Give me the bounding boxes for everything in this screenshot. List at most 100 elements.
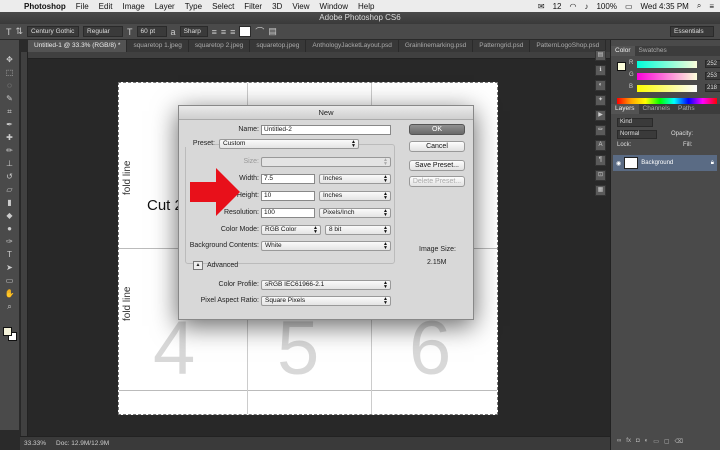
- g-slider[interactable]: [637, 73, 697, 80]
- menu-select[interactable]: Select: [212, 2, 234, 11]
- pen-tool-icon[interactable]: ✑: [3, 236, 17, 247]
- b-slider[interactable]: [637, 85, 697, 92]
- shape-tool-icon[interactable]: ▭: [3, 275, 17, 286]
- trash-icon[interactable]: ⌫: [675, 438, 683, 445]
- doc-size[interactable]: Doc: 12.9M/12.9M: [56, 440, 109, 447]
- tab-untitled-1[interactable]: Untitled-1 @ 33.3% (RGB/8) *: [28, 40, 128, 52]
- width-unit-select[interactable]: Inches ▲ ▼: [319, 174, 391, 184]
- color-profile-select[interactable]: sRGB IEC61966-2.1 ▲ ▼: [261, 280, 391, 290]
- menu-edit[interactable]: Edit: [99, 2, 113, 11]
- group-icon[interactable]: ▭: [653, 438, 659, 445]
- menu-layer[interactable]: Layer: [155, 2, 175, 11]
- brush-tool-icon[interactable]: ✏: [3, 145, 17, 156]
- stamp-tool-icon[interactable]: ⊥: [3, 158, 17, 169]
- type-tool-icon[interactable]: T: [6, 27, 12, 37]
- healing-tool-icon[interactable]: ✚: [3, 132, 17, 143]
- fx-icon[interactable]: fx: [626, 438, 631, 445]
- dodge-tool-icon[interactable]: ●: [3, 223, 17, 234]
- zoom-level[interactable]: 33.33%: [24, 440, 46, 447]
- tab-layers[interactable]: Layers: [611, 104, 639, 114]
- resolution-input[interactable]: 100: [261, 208, 315, 218]
- text-color-swatch[interactable]: [239, 26, 252, 37]
- marquee-tool-icon[interactable]: ⬚: [3, 67, 17, 78]
- align-left-icon[interactable]: ≡: [212, 27, 217, 37]
- align-right-icon[interactable]: ≡: [230, 27, 235, 37]
- properties-panel-icon[interactable]: ℹ: [595, 65, 606, 76]
- styles-panel-icon[interactable]: ✦: [595, 95, 606, 106]
- move-tool-icon[interactable]: ✥: [3, 54, 17, 65]
- new-layer-icon[interactable]: ▢: [664, 438, 670, 445]
- mask-icon[interactable]: ◘: [636, 438, 640, 445]
- visibility-eye-icon[interactable]: ◉: [616, 160, 621, 167]
- menu-view[interactable]: View: [292, 2, 309, 11]
- list-icon[interactable]: ≡: [709, 2, 714, 11]
- gradient-tool-icon[interactable]: ▮: [3, 197, 17, 208]
- g-value[interactable]: 253: [705, 72, 720, 80]
- save-preset-button[interactable]: Save Preset...: [409, 160, 465, 171]
- adjustment-layer-icon[interactable]: ◐: [645, 438, 649, 445]
- history-panel-icon[interactable]: ▤: [595, 50, 606, 61]
- character-panel-icon[interactable]: A: [595, 140, 606, 151]
- font-style-select[interactable]: Regular: [83, 26, 124, 37]
- preset-select[interactable]: Custom ▲ ▼: [219, 139, 359, 149]
- swatches-panel-icon[interactable]: ▦: [595, 185, 606, 196]
- tab-color[interactable]: Color: [611, 46, 635, 56]
- height-unit-select[interactable]: Inches ▲ ▼: [319, 191, 391, 201]
- brush-panel-icon[interactable]: ✏: [595, 125, 606, 136]
- type-tool-icon[interactable]: T: [3, 249, 17, 260]
- workspace-select[interactable]: Essentials: [670, 26, 714, 37]
- menu-image[interactable]: Image: [122, 2, 144, 11]
- text-orientation-icon[interactable]: ⇅: [16, 26, 24, 37]
- path-select-tool-icon[interactable]: ➤: [3, 262, 17, 273]
- warp-text-icon[interactable]: ⌒: [255, 25, 264, 38]
- history-brush-icon[interactable]: ↺: [3, 171, 17, 182]
- color-panel-fg-swatch[interactable]: [617, 62, 626, 71]
- foreground-color-swatch[interactable]: [3, 327, 12, 336]
- cancel-button[interactable]: Cancel: [409, 141, 465, 152]
- name-input[interactable]: Untitled-2: [261, 125, 391, 135]
- tab-squaretop[interactable]: squaretop.jpeg: [250, 40, 307, 52]
- navigator-panel-icon[interactable]: ⊡: [595, 170, 606, 181]
- layer-row-background[interactable]: ◉ Background 🔒︎: [613, 155, 717, 171]
- link-layers-icon[interactable]: ∞: [617, 438, 621, 445]
- tab-patterngrid[interactable]: Patterngrid.psd: [473, 40, 531, 52]
- tab-squaretop-2[interactable]: squaretop 2.jpeg: [189, 40, 251, 52]
- font-size-select[interactable]: 60 pt: [136, 26, 167, 37]
- menu-filter[interactable]: Filter: [244, 2, 262, 11]
- advanced-label[interactable]: Advanced: [207, 262, 238, 269]
- b-value[interactable]: 218: [705, 84, 720, 92]
- menu-3d[interactable]: 3D: [272, 2, 282, 11]
- paragraph-panel-icon[interactable]: ¶: [595, 155, 606, 166]
- width-input[interactable]: 7.5: [261, 174, 315, 184]
- wifi-icon[interactable]: ◠: [570, 2, 577, 11]
- r-slider[interactable]: [637, 61, 697, 68]
- eraser-tool-icon[interactable]: ▱: [3, 184, 17, 195]
- blend-mode-select[interactable]: Normal: [617, 130, 657, 139]
- crop-tool-icon[interactable]: ⌗: [3, 106, 17, 117]
- ruler-horizontal[interactable]: [28, 52, 610, 59]
- height-input[interactable]: 10: [261, 191, 315, 201]
- ok-button[interactable]: OK: [409, 124, 465, 135]
- actions-panel-icon[interactable]: ▶: [595, 110, 606, 121]
- bit-depth-select[interactable]: 8 bit ▲ ▼: [325, 225, 391, 235]
- adjustments-panel-icon[interactable]: ◐: [595, 80, 606, 91]
- eyedropper-tool-icon[interactable]: ✒: [3, 119, 17, 130]
- battery-icon[interactable]: ▭: [625, 2, 633, 11]
- resolution-unit-select[interactable]: Pixels/Inch ▲ ▼: [319, 208, 391, 218]
- font-family-select[interactable]: Century Gothic: [27, 26, 80, 37]
- tab-squaretop-1[interactable]: squaretop 1.jpeg: [127, 40, 189, 52]
- tab-swatches[interactable]: Swatches: [635, 46, 671, 56]
- volume-icon[interactable]: ♪: [584, 2, 588, 11]
- zoom-tool-icon[interactable]: ⌕: [3, 301, 17, 312]
- quick-select-tool-icon[interactable]: ✎: [3, 93, 17, 104]
- layer-kind-filter[interactable]: Kind: [617, 118, 653, 127]
- blur-tool-icon[interactable]: ◆: [3, 210, 17, 221]
- menu-help[interactable]: Help: [358, 2, 374, 11]
- ruler-vertical[interactable]: [21, 52, 28, 436]
- pixel-aspect-select[interactable]: Square Pixels ▲ ▼: [261, 296, 391, 306]
- align-center-icon[interactable]: ≡: [221, 27, 226, 37]
- menu-file[interactable]: File: [76, 2, 89, 11]
- search-icon[interactable]: ⌕: [697, 1, 701, 11]
- lasso-tool-icon[interactable]: ◌: [3, 80, 17, 91]
- color-mode-select[interactable]: RGB Color ▲ ▼: [261, 225, 321, 235]
